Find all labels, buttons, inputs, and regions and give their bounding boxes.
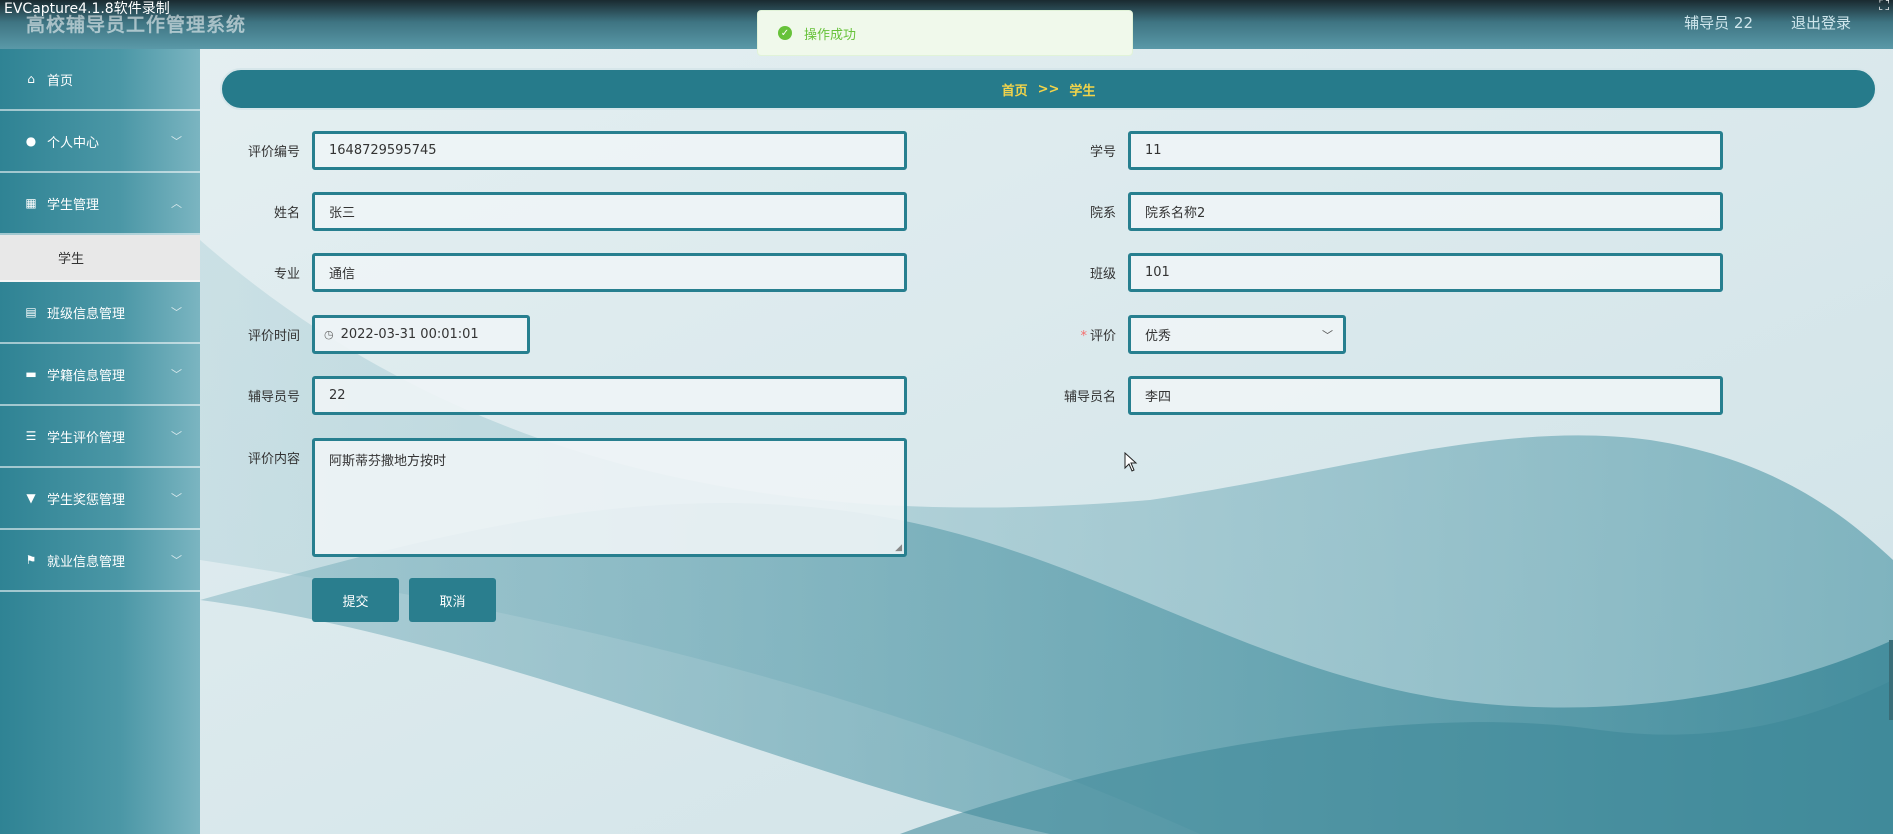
sidebar-subitem-student[interactable]: 学生	[0, 235, 200, 282]
name-label: 姓名	[273, 206, 300, 221]
success-toast: ✓ 操作成功	[757, 10, 1133, 56]
background-wave	[0, 0, 1893, 834]
resize-handle-icon[interactable]: ◢	[895, 543, 902, 553]
evaluation-label: * 评价	[1080, 329, 1116, 344]
scrollbar[interactable]	[1889, 640, 1893, 720]
current-user: 辅导员 22	[1684, 14, 1753, 32]
flag-icon: ⚑	[25, 553, 37, 567]
counselor-name-field: 辅导员名 李四	[1030, 376, 1723, 415]
eval-time-picker[interactable]: ◷ 2022-03-31 00:01:01	[312, 315, 530, 354]
breadcrumb-current: 学生	[1069, 83, 1096, 99]
content-textarea[interactable]: 阿斯蒂芬撒地方按时 ◢	[312, 438, 907, 557]
sidebar-item-student-evaluation[interactable]: ☰ 学生评价管理 ﹀	[0, 406, 200, 468]
mouse-cursor-icon	[1124, 452, 1138, 472]
required-mark: *	[1080, 329, 1087, 344]
recorder-watermark: EVCapture4.1.8软件录制	[4, 1, 170, 17]
chevron-down-icon: ﹀	[171, 554, 182, 567]
sliders-icon: ☰	[25, 429, 37, 443]
sidebar-item-label: 学生	[58, 252, 85, 267]
check-circle-icon: ✓	[778, 26, 792, 40]
content-field: 评价内容 阿斯蒂芬撒地方按时 ◢	[222, 438, 907, 557]
eval-time-label: 评价时间	[247, 329, 300, 344]
sidebar-item-class-info[interactable]: ▤ 班级信息管理 ﹀	[0, 282, 200, 344]
eval-no-input[interactable]: 1648729595745	[312, 131, 907, 170]
chevron-down-icon: ﹀	[171, 430, 182, 443]
sidebar-item-enrollment-info[interactable]: ▬ 学籍信息管理 ﹀	[0, 344, 200, 406]
sidebar-item-label: 学生奖惩管理	[47, 492, 126, 508]
counselor-name-input[interactable]: 李四	[1128, 376, 1723, 415]
sidebar-item-label: 首页	[47, 73, 74, 89]
class-field: 班级 101	[1030, 253, 1723, 292]
major-input[interactable]: 通信	[312, 253, 907, 292]
sidebar-item-home[interactable]: ⌂ 首页	[0, 49, 200, 111]
breadcrumb-separator: >>	[1037, 81, 1060, 97]
counselor-no-input[interactable]: 22	[312, 376, 907, 415]
eval-time-value: 2022-03-31 00:01:01	[340, 327, 479, 342]
breadcrumb: 首页 >> 学生	[220, 68, 1877, 110]
home-icon: ⌂	[27, 72, 35, 86]
chevron-down-icon: ﹀	[171, 492, 182, 505]
chevron-down-icon: ﹀	[171, 368, 182, 381]
counselor-no-field: 辅导员号 22	[222, 376, 907, 415]
briefcase-icon: ▬	[25, 367, 37, 381]
sidebar-item-label: 学生评价管理	[47, 430, 126, 446]
clock-icon: ◷	[324, 328, 334, 341]
sidebar-item-employment-info[interactable]: ⚑ 就业信息管理 ﹀	[0, 530, 200, 592]
user-icon: ●	[25, 134, 37, 148]
major-label: 专业	[273, 267, 300, 282]
toast-message: 操作成功	[804, 27, 857, 43]
sidebar-item-rewards-punishments[interactable]: ▼ 学生奖惩管理 ﹀	[0, 468, 200, 530]
content-value: 阿斯蒂芬撒地方按时	[329, 454, 447, 469]
logout-link[interactable]: 退出登录	[1791, 12, 1851, 33]
evaluation-selected-value: 优秀	[1145, 329, 1172, 344]
eval-no-field: 评价编号 1648729595745	[222, 131, 907, 170]
sidebar: ⌂ 首页 ● 个人中心 ﹀ ▦ 学生管理 ︿ 学生 ▤ 班级信息管理 ﹀ ▬ 学…	[0, 49, 200, 834]
eval-time-field: 评价时间 ◷ 2022-03-31 00:01:01	[222, 315, 530, 354]
expand-icon[interactable]: ⛶	[1879, 0, 1889, 14]
class-label: 班级	[1089, 267, 1116, 282]
content-label: 评价内容	[247, 452, 300, 467]
chevron-up-icon: ︿	[171, 197, 182, 210]
sidebar-item-label: 班级信息管理	[47, 306, 126, 322]
sidebar-item-student-management[interactable]: ▦ 学生管理 ︿	[0, 173, 200, 235]
sidebar-item-label: 就业信息管理	[47, 554, 126, 570]
grid-icon: ▦	[25, 196, 37, 210]
sidebar-item-label: 个人中心	[47, 135, 100, 151]
sidebar-item-label: 学生管理	[47, 197, 100, 213]
submit-button[interactable]: 提交	[312, 578, 399, 622]
student-no-label: 学号	[1089, 145, 1116, 160]
chevron-down-icon: ﹀	[1322, 328, 1333, 342]
chevron-down-icon: ﹀	[171, 135, 182, 148]
breadcrumb-home[interactable]: 首页	[1002, 80, 1028, 99]
chevron-down-icon: ﹀	[171, 306, 182, 319]
department-field: 院系 院系名称2	[1030, 192, 1723, 231]
counselor-name-label: 辅导员名	[1063, 390, 1116, 405]
sidebar-item-label: 学籍信息管理	[47, 368, 126, 384]
department-input[interactable]: 院系名称2	[1128, 192, 1723, 231]
department-label: 院系	[1089, 206, 1116, 221]
class-input[interactable]: 101	[1128, 253, 1723, 292]
student-no-input[interactable]: 11	[1128, 131, 1723, 170]
name-field: 姓名 张三	[222, 192, 907, 231]
cancel-button[interactable]: 取消	[409, 578, 496, 622]
name-input[interactable]: 张三	[312, 192, 907, 231]
evaluation-field: * 评价 优秀 ﹀	[1030, 315, 1346, 354]
clipboard-icon: ▤	[25, 305, 37, 319]
counselor-no-label: 辅导员号	[247, 390, 300, 405]
sidebar-item-profile[interactable]: ● 个人中心 ﹀	[0, 111, 200, 173]
trophy-icon: ▼	[26, 491, 36, 505]
eval-no-label: 评价编号	[247, 145, 300, 160]
major-field: 专业 通信	[222, 253, 907, 292]
student-no-field: 学号 11	[1030, 131, 1723, 170]
evaluation-select[interactable]: 优秀 ﹀	[1128, 315, 1346, 354]
